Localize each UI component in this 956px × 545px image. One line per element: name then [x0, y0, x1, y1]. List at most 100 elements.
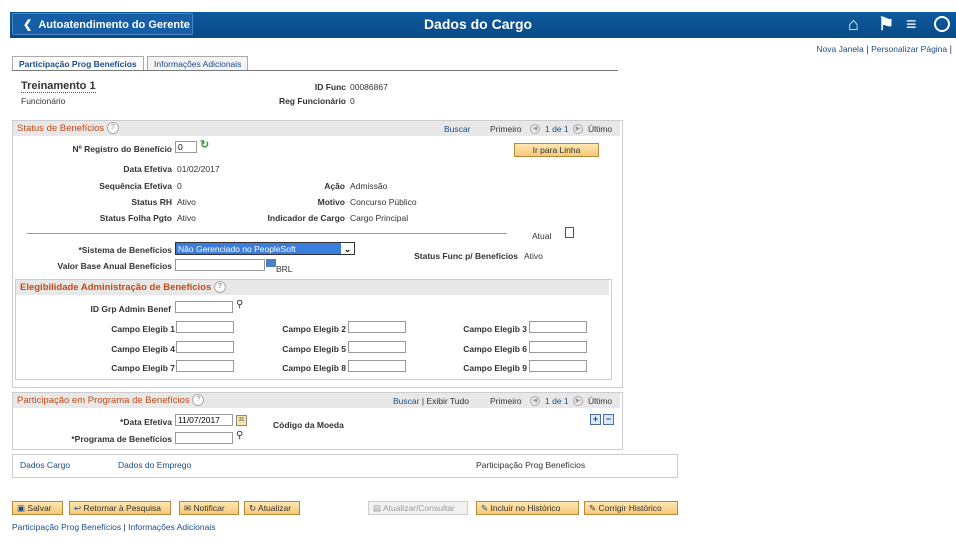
- currency-code-label: Código da Moeda: [273, 420, 344, 430]
- program-first: Primeiro: [490, 396, 522, 406]
- current-label: Atual: [532, 231, 552, 241]
- back-button[interactable]: ❮ Autoatendimento do Gerente: [12, 13, 193, 35]
- correct-history-button[interactable]: ✎ Corrigir Histórico: [584, 501, 678, 515]
- last-label: Último: [588, 124, 613, 134]
- job-data-link[interactable]: Dados Cargo: [20, 460, 70, 470]
- benefit-record-input[interactable]: [175, 141, 197, 153]
- help-icon[interactable]: ?: [213, 281, 226, 294]
- elig-input-4[interactable]: [176, 341, 234, 353]
- benefit-system-label: *Sistema de Benefícios: [78, 245, 172, 255]
- refresh-icon[interactable]: ↻: [200, 138, 209, 151]
- notify-icon: ✉: [184, 503, 192, 513]
- save-button[interactable]: ▣ Salvar: [12, 501, 63, 515]
- prev-icon[interactable]: ◀: [530, 395, 540, 406]
- currency-code: BRL: [276, 264, 293, 274]
- save-label: Salvar: [27, 503, 52, 513]
- personalize-link[interactable]: Personalizar Página: [871, 44, 947, 54]
- go-to-line-button[interactable]: Ir para Linha: [514, 143, 599, 157]
- tab-additional-info[interactable]: Informações Adicionais: [147, 56, 249, 71]
- prog-date-input[interactable]: [175, 414, 233, 426]
- program-title: Participação em Programa de Benefícios: [17, 395, 190, 406]
- reg-value: 0: [350, 96, 355, 106]
- bottom-link-participation[interactable]: Participação Prog Benefícios: [12, 522, 121, 532]
- home-icon[interactable]: ⌂: [848, 14, 859, 35]
- action-value: Admissão: [350, 181, 388, 191]
- benefit-system-select[interactable]: Não Gerenciado no PeopleSoft ⌄: [175, 242, 355, 255]
- search-icon[interactable]: ⚲: [236, 430, 243, 441]
- hr-status-value: Ativo: [177, 197, 196, 207]
- top-links: Nova Janela | Personalizar Página |: [816, 44, 952, 54]
- employment-data-link[interactable]: Dados do Emprego: [118, 460, 191, 470]
- update-view-icon: ▤: [373, 503, 382, 513]
- include-history-label: Incluir no Histórico: [490, 503, 561, 513]
- return-icon: ↩: [74, 503, 82, 513]
- update-view-button[interactable]: ▤ Atualizar/Consultar: [368, 501, 468, 515]
- calendar-icon[interactable]: 31: [236, 415, 247, 426]
- job-indicator-label: Indicador de Cargo: [267, 213, 345, 223]
- new-window-link[interactable]: Nova Janela: [816, 44, 863, 54]
- include-history-button[interactable]: ✎ Incluir no Histórico: [476, 501, 579, 515]
- elig-label-3: Campo Elegib 3: [463, 324, 527, 334]
- refresh-icon: ↻: [249, 503, 257, 513]
- refresh-label: Atualizar: [258, 503, 292, 513]
- eff-seq-value: 0: [177, 181, 182, 191]
- program-last: Último: [588, 396, 613, 406]
- tab-divider: [12, 70, 618, 71]
- elig-input-8[interactable]: [348, 360, 406, 372]
- elig-label-2: Campo Elegib 2: [282, 324, 346, 334]
- elig-input-9[interactable]: [529, 360, 587, 372]
- menu-icon[interactable]: ≡: [906, 14, 917, 35]
- view-all-link[interactable]: Exibir Tudo: [426, 396, 469, 406]
- elig-input-7[interactable]: [176, 360, 234, 372]
- elig-input-6[interactable]: [529, 341, 587, 353]
- tab-participation[interactable]: Participação Prog Benefícios: [12, 56, 144, 71]
- eligibility-title: Elegibilidade Administração de Benefício…: [20, 282, 212, 293]
- search-link[interactable]: Buscar: [444, 124, 470, 134]
- bottom-link-additional[interactable]: Informações Adicionais: [128, 522, 215, 532]
- next-icon[interactable]: ▶: [573, 123, 583, 134]
- divider: [27, 233, 507, 234]
- program-search-link[interactable]: Buscar: [393, 396, 419, 406]
- add-row-icon[interactable]: +: [590, 414, 601, 425]
- elig-label-1: Campo Elegib 1: [111, 324, 175, 334]
- next-icon[interactable]: ▶: [573, 395, 583, 406]
- refresh-button[interactable]: ↻ Atualizar: [244, 501, 300, 515]
- elig-label-8: Campo Elegib 8: [282, 363, 346, 373]
- eligibility-header: Elegibilidade Administração de Benefício…: [16, 280, 609, 295]
- elig-input-5[interactable]: [348, 341, 406, 353]
- current-checkbox[interactable]: [565, 227, 574, 238]
- elig-label-9: Campo Elegib 9: [463, 363, 527, 373]
- include-history-icon: ✎: [481, 503, 489, 513]
- delete-row-icon[interactable]: −: [603, 414, 614, 425]
- return-search-button[interactable]: ↩ Retornar à Pesquisa: [69, 501, 171, 515]
- elig-input-1[interactable]: [176, 321, 234, 333]
- prev-icon[interactable]: ◀: [530, 123, 540, 134]
- search-icon[interactable]: ⚲: [236, 299, 243, 310]
- employee-role: Funcionário: [21, 96, 66, 106]
- row-count: 1 de 1: [545, 124, 569, 134]
- help-icon[interactable]: ?: [106, 122, 119, 135]
- benefit-status-header: Status de Benefícios ?: [13, 121, 620, 136]
- benefit-system-value: Não Gerenciado no PeopleSoft: [178, 244, 296, 254]
- elig-input-3[interactable]: [529, 321, 587, 333]
- program-input[interactable]: [175, 432, 233, 444]
- notify-button[interactable]: ✉ Notificar: [179, 501, 239, 515]
- job-indicator-value: Cargo Principal: [350, 213, 409, 223]
- currency-icon[interactable]: [266, 259, 276, 267]
- base-value-label: Valor Base Anual Benefícios: [57, 261, 172, 271]
- chevron-left-icon: ❮: [23, 19, 33, 31]
- hr-status-label: Status RH: [131, 197, 172, 207]
- base-value-input[interactable]: [175, 259, 265, 271]
- benefit-record-label: Nº Registro do Benefício: [72, 144, 172, 154]
- help-icon[interactable]: ?: [192, 394, 205, 407]
- notify-label: Notificar: [193, 503, 225, 513]
- first-label: Primeiro: [490, 124, 522, 134]
- navbar-icon[interactable]: [934, 16, 950, 32]
- grp-admin-input[interactable]: [175, 301, 233, 313]
- employee-name: Treinamento 1: [21, 80, 96, 93]
- flag-icon[interactable]: ⚑: [878, 14, 894, 35]
- elig-label-7: Campo Elegib 7: [111, 363, 175, 373]
- elig-input-2[interactable]: [348, 321, 406, 333]
- status-func-value: Ativo: [524, 251, 543, 261]
- eff-seq-label: Sequência Efetiva: [99, 181, 172, 191]
